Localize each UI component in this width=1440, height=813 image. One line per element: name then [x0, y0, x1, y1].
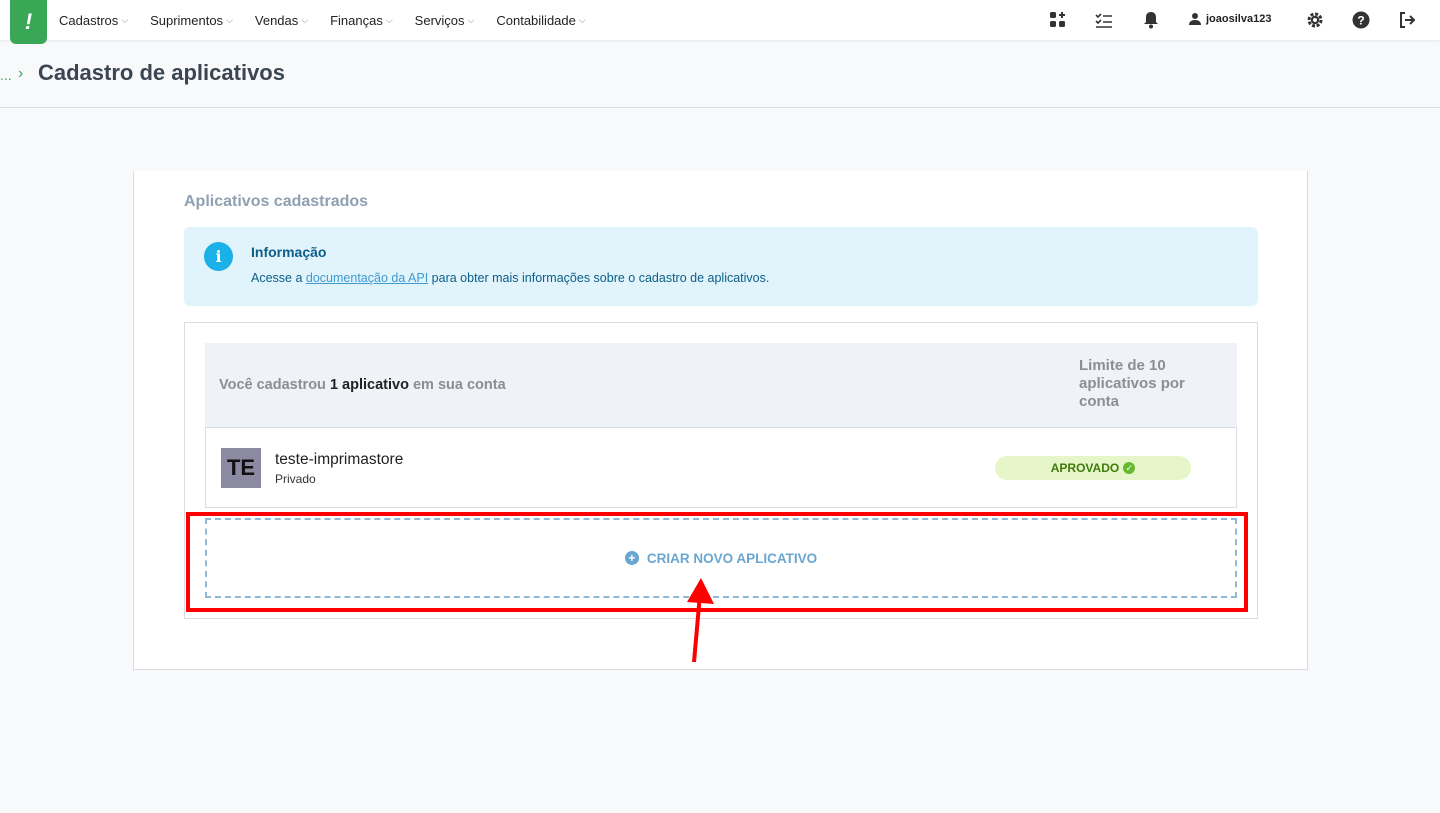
- page-header: ... › Cadastro de aplicativos: [0, 40, 1440, 108]
- app-logo[interactable]: !: [10, 0, 47, 44]
- info-box: i Informação Acesse a documentação da AP…: [184, 227, 1258, 306]
- checklist-icon[interactable]: [1094, 10, 1114, 30]
- apps-card: Aplicativos cadastrados i Informação Ace…: [133, 171, 1308, 670]
- app-type: Privado: [275, 472, 316, 486]
- breadcrumb-ellipsis[interactable]: ...: [0, 67, 12, 83]
- create-app-button[interactable]: + CRIAR NOVO APLICATIVO: [205, 518, 1237, 598]
- check-circle-icon: ✓: [1123, 462, 1136, 474]
- menu-cadastros[interactable]: Cadastros ⌵: [59, 13, 128, 28]
- chevron-down-icon: ⌵: [467, 14, 475, 25]
- card-title: Aplicativos cadastrados: [184, 193, 369, 210]
- info-title: Informação: [251, 244, 327, 260]
- chevron-down-icon: ⌵: [121, 14, 129, 25]
- info-text: Acesse a documentação da API para obter …: [251, 271, 770, 285]
- create-app-label: CRIAR NOVO APLICATIVO: [646, 550, 818, 566]
- plus-circle-icon: +: [624, 551, 639, 565]
- api-docs-link[interactable]: documentação da API: [306, 271, 428, 285]
- chevron-down-icon: ⌵: [226, 14, 233, 25]
- breadcrumb-separator-icon: ›: [18, 65, 24, 82]
- status-badge: APROVADO ✓: [995, 456, 1191, 480]
- app-row[interactable]: TE teste-imprimastore Privado APROVADO ✓: [205, 427, 1237, 508]
- gear-icon[interactable]: [1305, 10, 1325, 30]
- menu-contabilidade[interactable]: Contabilidade ⌵: [496, 13, 585, 28]
- svg-text:?: ?: [1357, 14, 1364, 28]
- menu-suprimentos[interactable]: Suprimentos ⌵: [150, 13, 233, 28]
- chevron-down-icon: ⌵: [301, 14, 309, 25]
- menu-financas[interactable]: Finanças ⌵: [330, 13, 393, 28]
- main-menu: Cadastros ⌵ Suprimentos ⌵ Vendas ⌵ Finanças…: [59, 0, 608, 40]
- menu-vendas[interactable]: Vendas ⌵: [255, 13, 308, 28]
- logout-icon[interactable]: [1397, 10, 1417, 30]
- apps-count: 1 aplicativo: [329, 377, 409, 393]
- app-name: teste-imprimastore: [275, 451, 404, 468]
- apps-panel: Você cadastrou 1 aplicativo em sua conta…: [184, 322, 1258, 619]
- help-icon[interactable]: ?: [1351, 10, 1371, 30]
- user-icon: [1189, 13, 1201, 25]
- apps-summary: Você cadastrou 1 aplicativo em sua conta…: [205, 343, 1237, 427]
- info-icon: i: [204, 242, 233, 271]
- chevron-down-icon: ⌵: [578, 14, 586, 25]
- top-navbar: ! Cadastros ⌵ Suprimentos ⌵ Vendas ⌵ Finanç…: [0, 0, 1440, 44]
- menu-servicos[interactable]: Serviços ⌵: [415, 13, 475, 28]
- page-title: Cadastro de aplicativos: [38, 60, 285, 85]
- user-menu[interactable]: joaosilva123: [1189, 12, 1271, 25]
- chevron-down-icon: ⌵: [385, 14, 393, 25]
- apps-limit: Limite de 10 aplicativos por conta: [1079, 357, 1185, 410]
- apps-icon[interactable]: [1048, 10, 1068, 30]
- username: joaosilva123: [1206, 12, 1272, 25]
- app-avatar: TE: [221, 448, 261, 488]
- apps-count-text: Você cadastrou 1 aplicativo em sua conta: [219, 377, 506, 393]
- bell-icon[interactable]: [1141, 10, 1161, 30]
